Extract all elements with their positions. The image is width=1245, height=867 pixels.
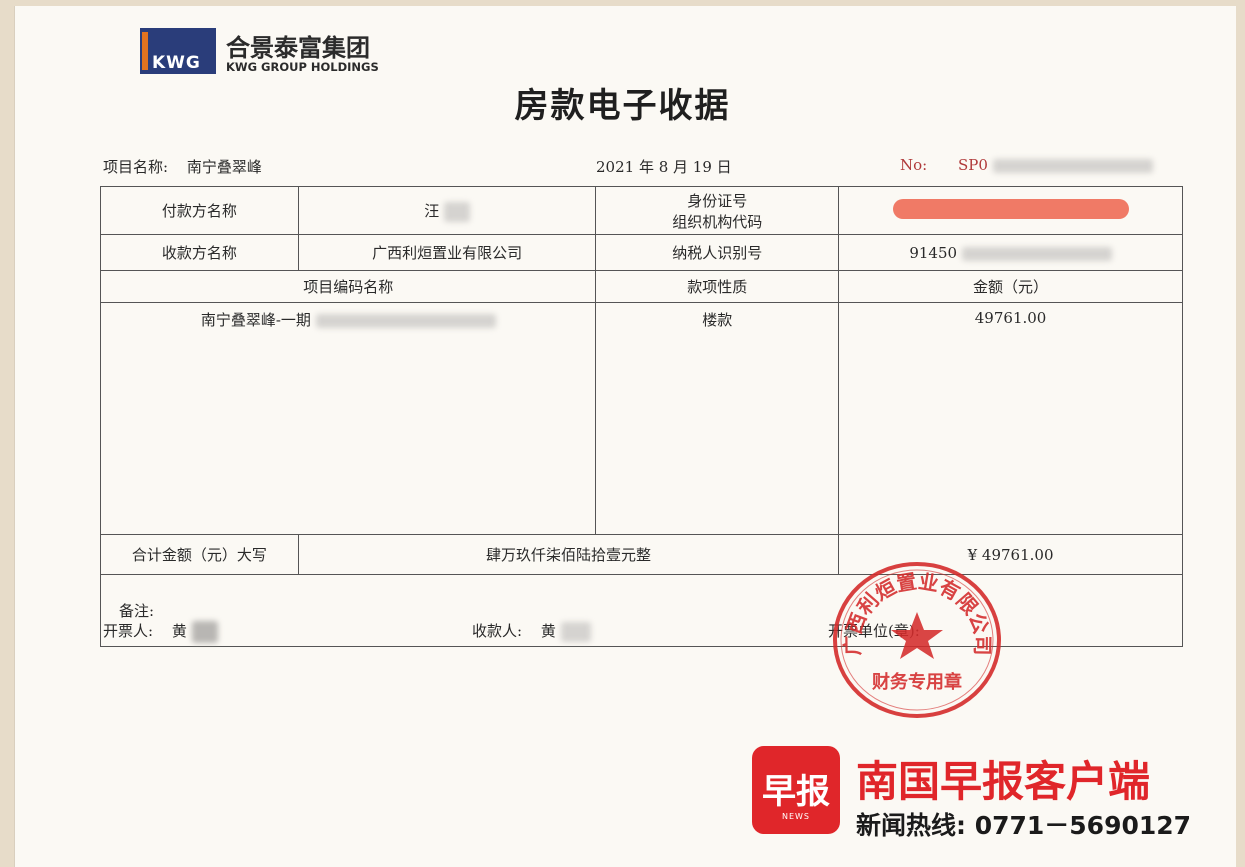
receipt-number-label: No:: [900, 156, 928, 174]
logo-mark-text: KWG: [152, 53, 201, 73]
remarks-label: 备注:: [100, 574, 1183, 647]
payer-name-cell: 汪: [297, 186, 597, 235]
redaction-blur: [191, 621, 218, 643]
item-amount: 49761.00: [838, 302, 1183, 535]
payee-signature-label: 收款人:: [472, 622, 523, 640]
redaction-blur: [444, 201, 471, 222]
payer-row: 付款方名称 汪 身份证号 组织机构代码: [100, 186, 1183, 235]
redaction-blur: [560, 622, 591, 642]
redaction-bar: [892, 198, 1129, 219]
payee-row: 收款方名称 广西利烜置业有限公司 纳税人识别号 91450: [100, 234, 1183, 271]
news-badge-text: 早报: [762, 772, 830, 812]
id-value-cell: [838, 186, 1183, 235]
column-header-row: 项目编码名称 款项性质 金额（元）: [99, 270, 1183, 303]
remarks-row: 备注:: [100, 574, 1183, 647]
column-header-item: 项目编码名称: [99, 270, 597, 303]
issuer-label: 开票人:: [103, 622, 154, 640]
logo-chinese-name: 合景泰富集团: [226, 34, 370, 62]
receipt-number-line: No: SP0: [900, 156, 1153, 174]
payee-signature-line: 收款人: 黄: [472, 620, 591, 642]
id-label-line1: 身份证号: [687, 191, 748, 210]
total-row: 合计金额（元）大写 肆万玖仟柒佰陆拾壹元整 ¥ 49761.00: [100, 534, 1183, 575]
logo-english-name: KWG GROUP HOLDINGS: [226, 60, 379, 74]
id-label-line2: 组织机构代码: [672, 212, 763, 231]
project-name-line: 项目名称: 南宁叠翠峰: [103, 156, 262, 177]
issuer-name: 黄: [171, 622, 187, 640]
column-header-amount: 金额（元）: [838, 270, 1183, 303]
payer-label: 付款方名称: [100, 186, 299, 235]
issuer-line: 开票人: 黄: [103, 620, 218, 643]
tax-id-value: 91450: [909, 243, 958, 262]
redaction-blur: [315, 314, 496, 328]
kwg-logo-mark: KWG: [140, 28, 216, 74]
receipt-number-value: SP0: [958, 156, 988, 174]
column-header-nature: 款项性质: [595, 270, 840, 303]
news-badge-icon: 早报 NEWS: [752, 746, 840, 834]
tax-id-cell: 91450: [838, 234, 1183, 271]
item-name-cell: 南宁叠翠峰-一期: [99, 302, 597, 535]
project-label: 项目名称:: [103, 158, 169, 176]
total-label: 合计金额（元）大写: [100, 534, 299, 575]
company-seal: 广西利烜置业有限公司 财务专用章: [833, 562, 1001, 718]
id-label-cell: 身份证号 组织机构代码: [595, 186, 840, 235]
item-row: 南宁叠翠峰-一期 楼款 49761.00: [99, 302, 1183, 535]
payee-signature-name: 黄: [540, 622, 556, 640]
payee-name: 广西利烜置业有限公司: [297, 234, 597, 271]
news-hotline: 新闻热线: 0771－5690127: [856, 811, 1192, 840]
payee-label: 收款方名称: [100, 234, 299, 271]
document-title: 房款电子收据: [514, 86, 731, 126]
item-name: 南宁叠翠峰-一期: [200, 311, 311, 329]
seal-purpose: 财务专用章: [872, 671, 962, 693]
payer-name: 汪: [424, 201, 440, 220]
tax-id-label: 纳税人识别号: [595, 234, 840, 271]
news-app-name: 南国早报客户端: [856, 757, 1151, 806]
total-words: 肆万玖仟柒佰陆拾壹元整: [297, 534, 840, 575]
receipt-date: 2021 年 8 月 19 日: [596, 158, 732, 176]
redaction-blur: [992, 159, 1153, 173]
item-nature: 楼款: [595, 302, 840, 535]
project-name: 南宁叠翠峰: [186, 158, 262, 176]
news-badge-sub: NEWS: [781, 812, 811, 821]
seal-star-icon: [891, 612, 943, 659]
redaction-blur: [961, 246, 1112, 261]
receipt-table: 付款方名称 汪 身份证号 组织机构代码 收款方名称 广西利烜置业有限公司 纳税人…: [99, 186, 1183, 647]
